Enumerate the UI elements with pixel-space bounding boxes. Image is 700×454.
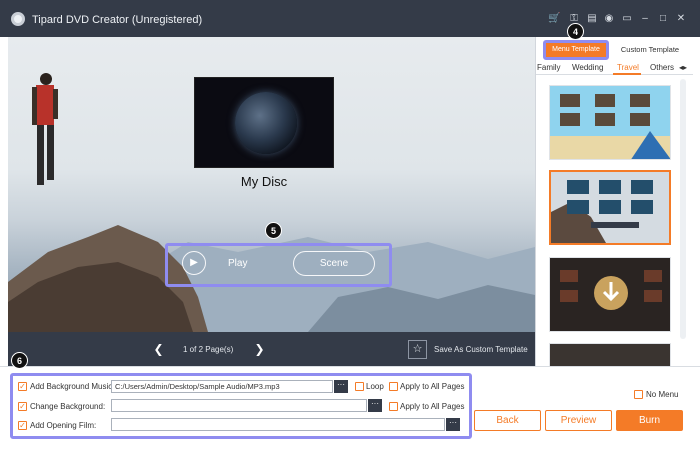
template-1-thumbnail bbox=[550, 86, 670, 159]
step-marker-6: 6 bbox=[11, 352, 28, 369]
disc-title[interactable]: My Disc bbox=[194, 174, 334, 189]
bg-music-label: Add Background Music: bbox=[30, 382, 115, 391]
template-card-1[interactable] bbox=[549, 85, 671, 160]
back-button[interactable]: Back bbox=[474, 410, 541, 431]
burn-button[interactable]: Burn bbox=[616, 410, 683, 431]
bg-music-checkbox[interactable]: ✓ bbox=[18, 382, 27, 391]
highlight-box-5 bbox=[165, 243, 392, 287]
template-card-3[interactable] bbox=[549, 257, 671, 332]
menu-preview: My Disc ▶ Play Scene 5 bbox=[8, 37, 535, 332]
loop-label: Loop bbox=[366, 382, 384, 391]
step-marker-4: 4 bbox=[567, 23, 584, 40]
opening-film-path-field[interactable] bbox=[111, 418, 445, 431]
category-others[interactable]: Others bbox=[650, 63, 674, 72]
template-3-thumbnail bbox=[550, 258, 670, 331]
chat-icon[interactable]: ◉ bbox=[603, 13, 615, 25]
template-card-4[interactable] bbox=[549, 343, 671, 366]
app-title: Tipard DVD Creator (Unregistered) bbox=[32, 14, 203, 26]
template-2-thumbnail bbox=[551, 172, 669, 243]
template-scrollbar[interactable] bbox=[680, 79, 686, 339]
category-tabs: Family Wedding Travel Others ◂▸ bbox=[536, 61, 693, 75]
opening-film-label: Add Opening Film: bbox=[30, 421, 97, 430]
apply-all-bg-checkbox[interactable] bbox=[389, 402, 398, 411]
opening-film-browse-button[interactable]: ··· bbox=[446, 418, 460, 431]
highlight-box-4 bbox=[543, 40, 609, 60]
document-icon[interactable]: ▤ bbox=[586, 13, 598, 25]
scroll-right-icon[interactable]: ◂▸ bbox=[679, 63, 687, 72]
bg-music-browse-button[interactable]: ··· bbox=[334, 380, 348, 393]
change-bg-browse-button[interactable]: ··· bbox=[368, 399, 382, 412]
save-custom-template-link[interactable]: Save As Custom Template bbox=[434, 345, 528, 354]
menu-thumbnail[interactable] bbox=[194, 77, 334, 168]
active-category-underline bbox=[613, 73, 641, 75]
no-menu-label: No Menu bbox=[646, 390, 679, 399]
title-bar: Tipard DVD Creator (Unregistered) 🛒 ⚿ ▤ … bbox=[0, 0, 700, 37]
change-bg-path-field[interactable] bbox=[111, 399, 367, 412]
next-page-button[interactable]: ❯ bbox=[249, 340, 270, 359]
opening-film-checkbox[interactable]: ✓ bbox=[18, 421, 27, 430]
change-bg-checkbox[interactable]: ✓ bbox=[18, 402, 27, 411]
category-family[interactable]: Family bbox=[537, 63, 561, 72]
cart-icon[interactable]: 🛒 bbox=[548, 13, 560, 25]
maximize-icon[interactable]: □ bbox=[657, 13, 669, 25]
close-icon[interactable]: ✕ bbox=[675, 13, 687, 25]
prev-page-button[interactable]: ❮ bbox=[148, 340, 169, 359]
earth-image bbox=[235, 92, 297, 154]
bg-music-path-field[interactable]: C:/Users/Admin/Desktop/Sample Audio/MP3.… bbox=[111, 380, 333, 393]
star-icon[interactable]: ☆ bbox=[408, 340, 427, 359]
apply-all-music-checkbox[interactable] bbox=[389, 382, 398, 391]
step-marker-5: 5 bbox=[265, 222, 282, 239]
minimize-icon[interactable]: – bbox=[639, 13, 651, 25]
template-panel: Menu Template 4 Custom Template Family W… bbox=[535, 23, 693, 366]
page-info: 1 of 2 Page(s) bbox=[183, 345, 234, 354]
tab-custom-template[interactable]: Custom Template bbox=[614, 45, 686, 54]
template-4-thumbnail bbox=[550, 344, 670, 366]
hiker-figure bbox=[32, 73, 58, 185]
apply-all-bg-label: Apply to All Pages bbox=[400, 402, 465, 411]
apply-all-music-label: Apply to All Pages bbox=[400, 382, 465, 391]
category-travel[interactable]: Travel bbox=[617, 63, 639, 72]
category-wedding[interactable]: Wedding bbox=[572, 63, 603, 72]
loop-checkbox[interactable] bbox=[355, 382, 364, 391]
preview-nav-bar: ❮ 1 of 2 Page(s) ❯ ☆ Save As Custom Temp… bbox=[8, 332, 535, 366]
no-menu-checkbox[interactable] bbox=[634, 390, 643, 399]
preview-button[interactable]: Preview bbox=[545, 410, 612, 431]
feedback-icon[interactable]: ▭ bbox=[621, 13, 633, 25]
change-bg-label: Change Background: bbox=[30, 402, 106, 411]
template-card-2-selected[interactable] bbox=[549, 170, 671, 245]
app-logo-icon bbox=[11, 12, 25, 26]
